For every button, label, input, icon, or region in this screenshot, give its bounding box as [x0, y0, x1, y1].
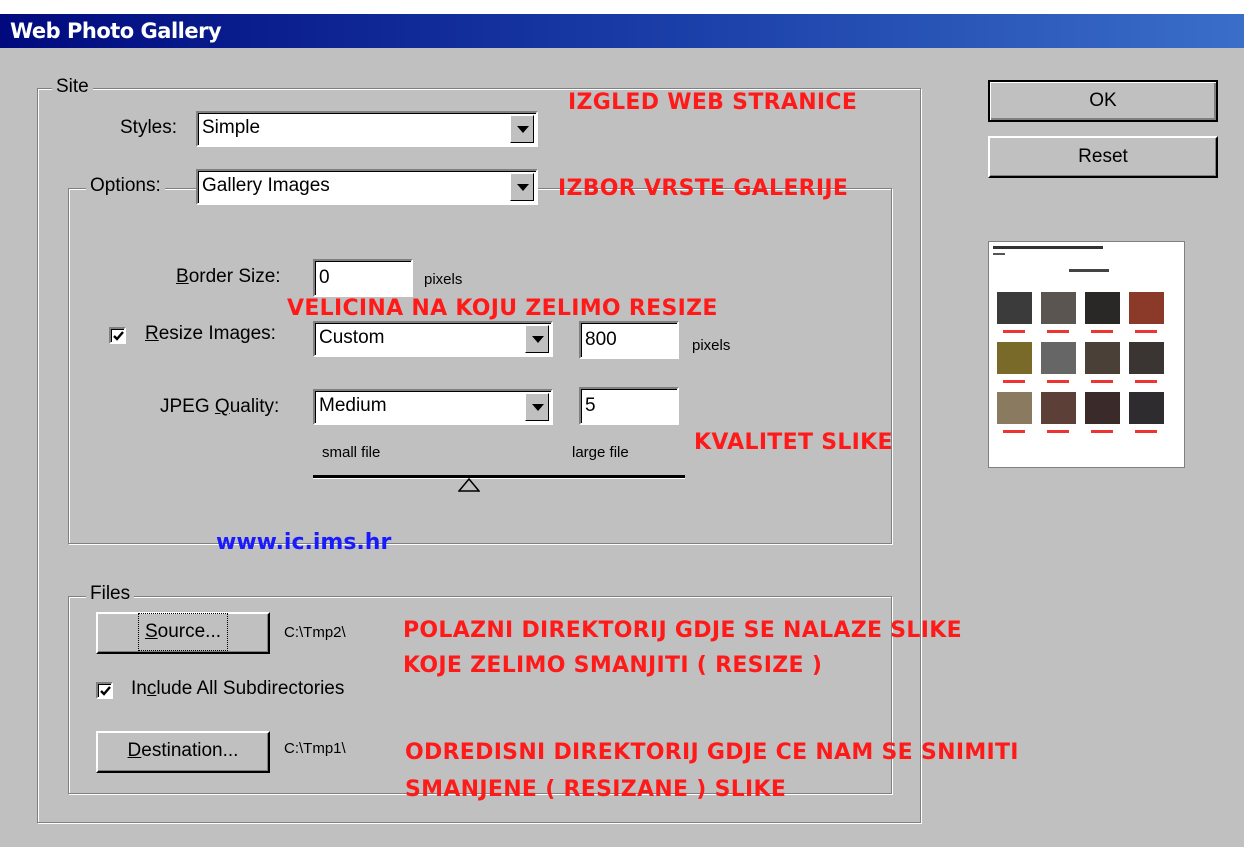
destination-path: C:\Tmp1\	[284, 740, 346, 757]
options-select-value: Gallery Images	[202, 175, 330, 196]
preview-caption	[1135, 430, 1157, 433]
preview-thumb	[1129, 292, 1164, 324]
preview-thumb	[1041, 292, 1076, 324]
preview-subtitle-line	[993, 253, 1005, 255]
ok-button[interactable]: OK	[988, 80, 1218, 122]
options-select[interactable]: Gallery Images	[196, 169, 538, 205]
source-annotation-line-1: POLAZNI DIREKTORIJ GDJE SE NALAZE SLIKE	[403, 618, 962, 643]
destination-button-label: Destination...	[127, 740, 239, 761]
source-button-label: Source...	[137, 613, 229, 651]
title-bar: Web Photo Gallery	[0, 14, 1244, 48]
reset-button[interactable]: Reset	[988, 136, 1218, 178]
quality-slider-thumb[interactable]	[458, 478, 481, 492]
preview-thumb	[1129, 342, 1164, 374]
gallery-preview-image	[988, 241, 1185, 468]
preview-thumb	[1041, 392, 1076, 424]
quality-slider-track[interactable]	[313, 475, 685, 479]
source-path: C:\Tmp2\	[284, 624, 346, 641]
jpeg-quality-label: JPEG Quality:	[160, 396, 280, 417]
options-dropdown-button[interactable]	[510, 173, 534, 201]
preview-nav-line	[1069, 269, 1109, 272]
preview-caption	[1135, 380, 1157, 383]
preview-caption	[1091, 330, 1113, 333]
options-annotation: IZBOR VRSTE GALERIJE	[558, 176, 849, 201]
border-size-input[interactable]: 0	[313, 259, 413, 297]
destination-annotation-line-2: SMANJENE ( RESIZANE ) SLIKE	[405, 777, 787, 802]
preview-caption	[1091, 430, 1113, 433]
quality-annotation: KVALITET SLIKE	[694, 430, 893, 455]
slider-max-label: large file	[572, 444, 629, 461]
chevron-down-icon	[532, 404, 544, 411]
checkmark-icon	[113, 331, 124, 341]
website-link[interactable]: www.ic.ims.hr	[216, 530, 391, 555]
destination-annotation-line-1: ODREDISNI DIREKTORIJ GDJE CE NAM SE SNIM…	[405, 740, 1019, 765]
chevron-down-icon	[517, 126, 529, 133]
preview-thumb	[997, 292, 1032, 324]
destination-button[interactable]: Destination...	[96, 731, 270, 773]
preview-thumb	[1085, 392, 1120, 424]
jpeg-quality-label-rest: uality:	[229, 396, 280, 417]
preview-caption	[1003, 380, 1025, 383]
preview-caption	[1047, 430, 1069, 433]
preview-thumb	[997, 392, 1032, 424]
border-size-label-rest: order Size:	[188, 266, 281, 287]
resize-images-checkbox[interactable]	[109, 327, 126, 344]
top-strip	[0, 0, 1244, 14]
resize-images-label: Resize Images:	[145, 323, 276, 344]
preview-caption	[1047, 380, 1069, 383]
preview-caption	[1091, 380, 1113, 383]
jpeg-quality-select[interactable]: Medium	[313, 389, 553, 425]
resize-images-label-rest: esize Images:	[158, 323, 276, 344]
preview-thumb	[1041, 342, 1076, 374]
resize-pixels-unit: pixels	[692, 337, 731, 354]
slider-min-label: small file	[322, 444, 381, 461]
jpeg-quality-value: Medium	[319, 395, 387, 416]
reset-button-label: Reset	[1078, 146, 1128, 167]
checkmark-icon	[100, 686, 111, 696]
border-size-unit: pixels	[424, 271, 463, 288]
preview-caption	[1003, 330, 1025, 333]
preview-title-line	[993, 246, 1103, 249]
styles-label: Styles:	[120, 117, 178, 138]
options-label: Options:	[86, 175, 165, 197]
source-button[interactable]: Source...	[96, 612, 270, 654]
border-size-label: Border Size:	[176, 266, 281, 287]
chevron-down-icon	[517, 184, 529, 191]
resize-annotation: VELICINA NA KOJU ZELIMO RESIZE	[287, 296, 718, 321]
source-annotation-line-2: KOJE ZELIMO SMANJITI ( RESIZE )	[403, 653, 823, 678]
preview-caption	[1047, 330, 1069, 333]
jpeg-quality-dropdown-button[interactable]	[525, 393, 549, 421]
preview-thumb	[997, 342, 1032, 374]
include-subdirectories-label: Include All Subdirectories	[131, 678, 345, 699]
styles-annotation: IZGLED WEB STRANICE	[568, 90, 858, 115]
preview-caption	[1003, 430, 1025, 433]
include-subdirectories-checkbox[interactable]	[96, 682, 113, 699]
site-legend: Site	[52, 76, 93, 98]
files-legend: Files	[86, 583, 135, 605]
chevron-down-icon	[532, 336, 544, 343]
ok-button-label: OK	[1089, 90, 1117, 111]
preview-thumb	[1085, 292, 1120, 324]
resize-mode-select[interactable]: Custom	[313, 321, 553, 357]
styles-dropdown-button[interactable]	[510, 115, 534, 143]
resize-mode-dropdown-button[interactable]	[525, 325, 549, 353]
styles-select[interactable]: Simple	[196, 111, 538, 147]
styles-select-value: Simple	[202, 117, 261, 138]
resize-pixels-input[interactable]: 800	[579, 321, 679, 359]
window-title: Web Photo Gallery	[10, 19, 222, 43]
preview-caption	[1135, 330, 1157, 333]
preview-thumb	[1129, 392, 1164, 424]
preview-thumb	[1085, 342, 1120, 374]
resize-mode-value: Custom	[319, 327, 385, 348]
jpeg-quality-number-input[interactable]: 5	[579, 387, 679, 425]
